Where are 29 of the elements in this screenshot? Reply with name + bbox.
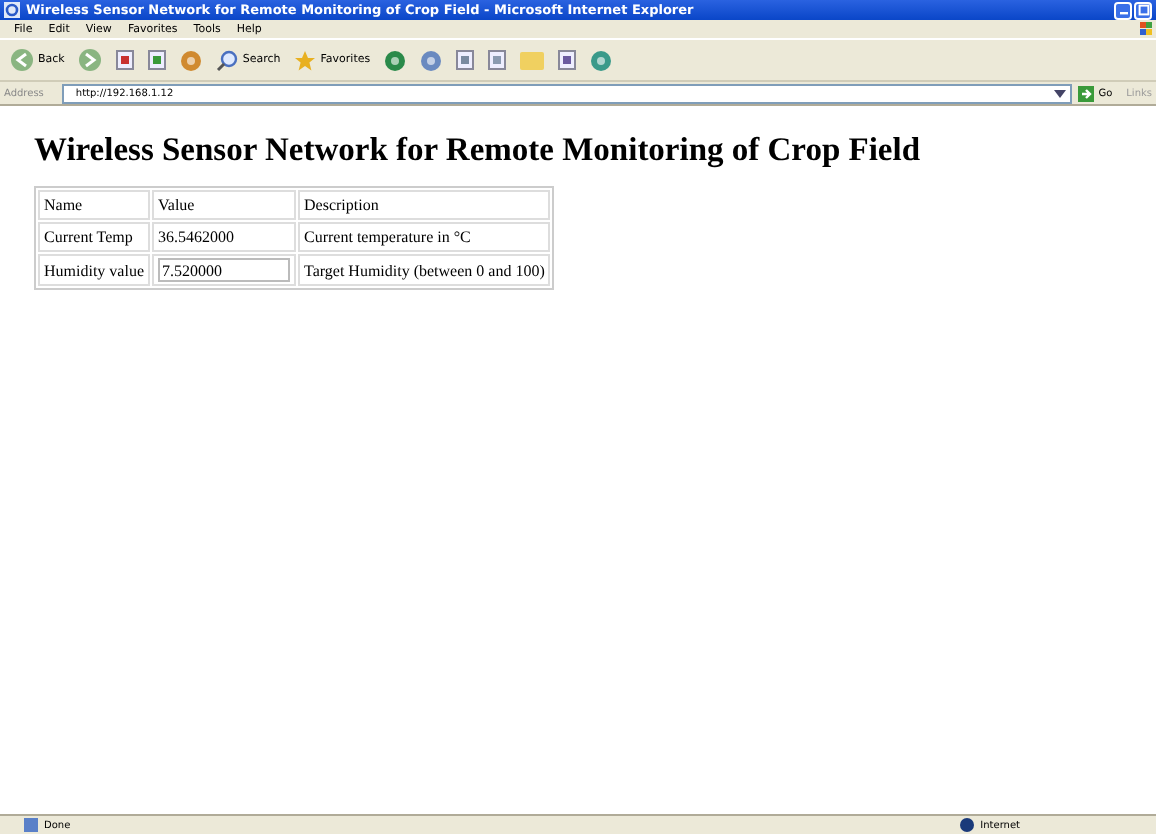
toolbar-button[interactable] <box>586 49 617 71</box>
toolbar-button[interactable] <box>380 49 411 71</box>
page-heading: Wireless Sensor Network for Remote Monitoring of Crop Field <box>34 130 923 170</box>
table-cell: 36.5462000 <box>158 228 234 246</box>
value-input[interactable]: 7.520000 <box>158 258 290 282</box>
toolbar-button[interactable] <box>416 49 447 71</box>
toolbar-button[interactable] <box>112 50 139 70</box>
toolbar-button[interactable] <box>74 48 107 72</box>
toolbar-button[interactable] <box>144 50 171 70</box>
maximize-button[interactable] <box>1134 1 1152 19</box>
search-icon <box>216 49 239 71</box>
arrow-icon <box>1078 85 1095 101</box>
windows-logo-icon <box>1140 22 1152 36</box>
minimize-button[interactable] <box>1114 1 1132 19</box>
star-icon <box>294 49 317 71</box>
table-cell: Humidity value <box>44 261 144 279</box>
column-header: Value <box>158 196 195 214</box>
toolbar-button[interactable] <box>484 50 511 70</box>
toolbar-button[interactable] <box>554 50 581 70</box>
column-header: Name <box>44 196 83 214</box>
toolbar-button[interactable] <box>452 50 479 70</box>
folder-icon <box>520 50 545 70</box>
table-cell: Target Humidity (between 0 and 100) <box>304 261 545 279</box>
maximize-icon <box>1137 4 1149 16</box>
table-cell: Current Temp <box>44 228 133 246</box>
dropdown-icon <box>1054 89 1067 97</box>
table-cell: Current temperature in °C <box>304 228 471 246</box>
toolbar-button[interactable] <box>176 49 207 71</box>
column-header: Description <box>304 196 379 214</box>
